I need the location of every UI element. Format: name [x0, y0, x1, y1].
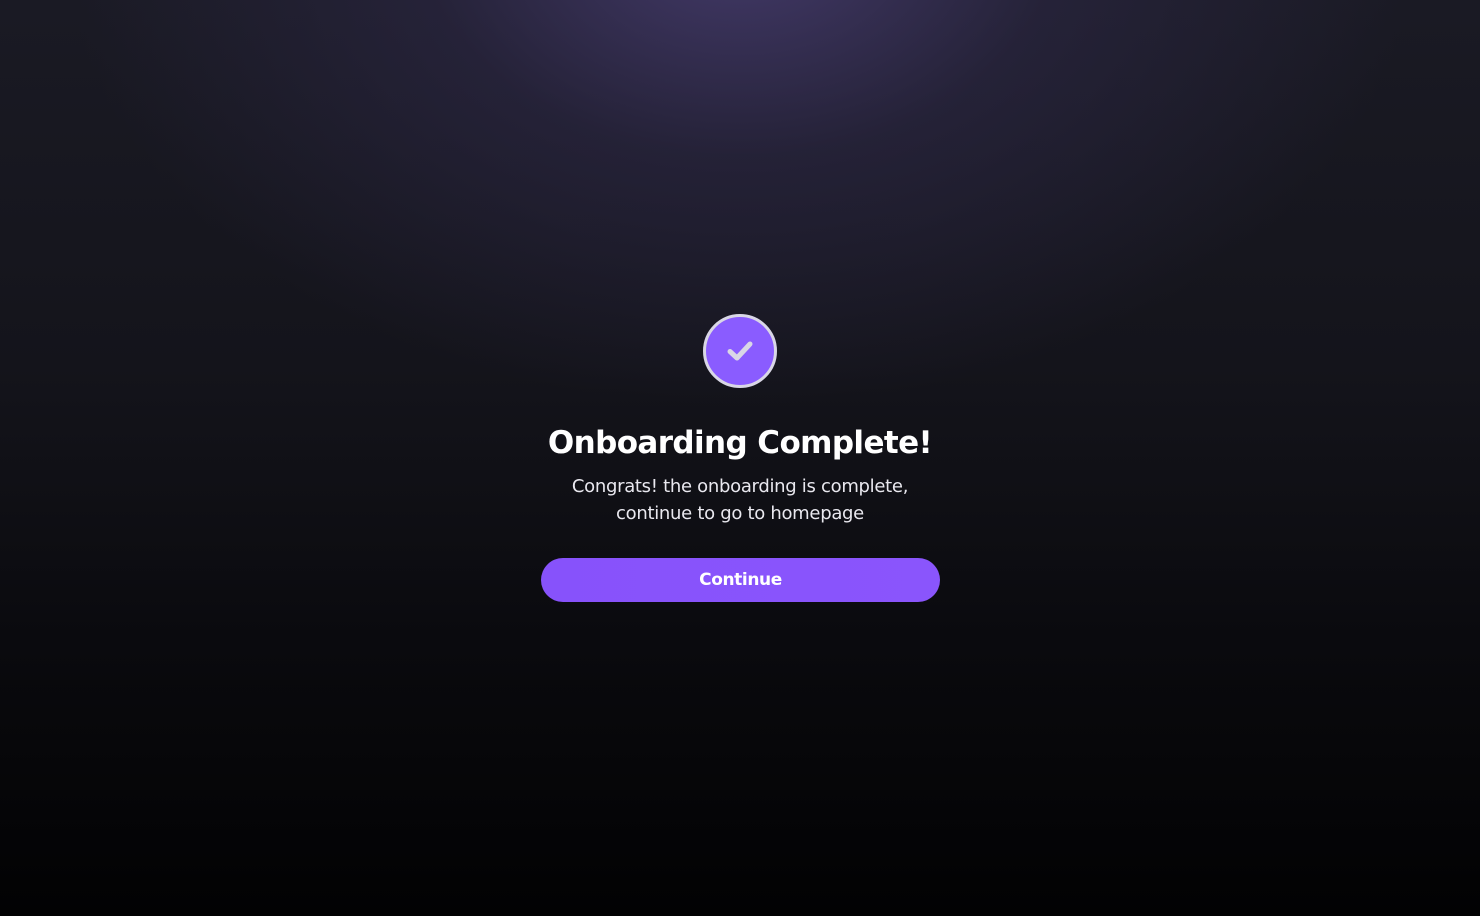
checkmark-icon — [727, 341, 753, 361]
check-circle-icon — [703, 314, 777, 388]
continue-button[interactable]: Continue — [541, 558, 940, 602]
subtitle-text: Congrats! the onboarding is complete, co… — [490, 473, 990, 527]
subtitle-line-1: Congrats! the onboarding is complete, — [571, 476, 909, 497]
onboarding-complete-screen: Onboarding Complete! Congrats! the onboa… — [0, 0, 1480, 916]
subtitle-line-2: continue to go to homepage — [616, 503, 864, 524]
page-title: Onboarding Complete! — [547, 425, 933, 461]
